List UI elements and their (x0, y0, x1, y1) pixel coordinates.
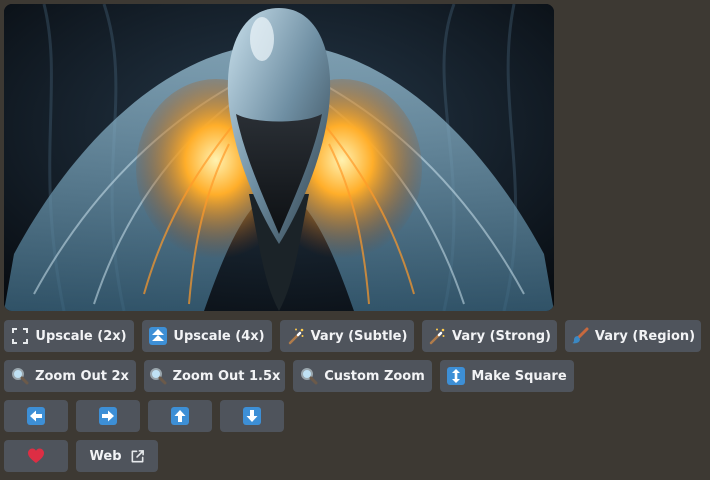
vary-strong-button[interactable]: Vary (Strong) (422, 320, 557, 352)
make-square-button[interactable]: Make Square (440, 360, 574, 392)
custom-zoom-label: Custom Zoom (324, 368, 425, 384)
vary-strong-label: Vary (Strong) (452, 328, 551, 344)
pan-left-button[interactable] (4, 400, 68, 432)
web-label: Web (89, 448, 122, 464)
arrow-up-icon (171, 407, 189, 425)
web-button[interactable]: Web (76, 440, 158, 472)
arrow-right-icon (99, 407, 117, 425)
vary-region-label: Vary (Region) (594, 328, 696, 344)
magnifier-icon (300, 367, 318, 385)
upscale-2x-button[interactable]: Upscale (2x) (4, 320, 134, 352)
expand-corners-icon (11, 327, 29, 345)
magic-wand-icon (287, 327, 305, 345)
heart-icon (27, 447, 45, 465)
zoom-out-2x-label: Zoom Out 2x (35, 368, 129, 384)
zoom-out-2x-button[interactable]: Zoom Out 2x (4, 360, 136, 392)
magnifier-icon (149, 367, 167, 385)
magnifier-icon (11, 367, 29, 385)
vary-region-button[interactable]: Vary (Region) (565, 320, 701, 352)
up-double-arrow-icon (149, 327, 168, 345)
zoom-out-1-5x-button[interactable]: Zoom Out 1.5x (144, 360, 285, 392)
pan-up-button[interactable] (148, 400, 212, 432)
upscale-4x-button[interactable]: Upscale (4x) (142, 320, 272, 352)
favorite-button[interactable] (4, 440, 68, 472)
up-down-arrow-icon (447, 367, 466, 385)
external-link-icon (130, 449, 145, 464)
arrow-down-icon (243, 407, 261, 425)
pan-right-button[interactable] (76, 400, 140, 432)
zoom-out-1-5x-label: Zoom Out 1.5x (172, 368, 281, 384)
vary-subtle-label: Vary (Subtle) (310, 328, 408, 344)
custom-zoom-button[interactable]: Custom Zoom (293, 360, 432, 392)
generated-image[interactable] (4, 4, 554, 311)
arrow-left-icon (27, 407, 45, 425)
magic-wand-icon (428, 327, 446, 345)
pan-down-button[interactable] (220, 400, 284, 432)
paintbrush-icon (571, 327, 589, 345)
generated-image-art (4, 4, 554, 311)
make-square-label: Make Square (471, 368, 567, 384)
upscale-4x-label: Upscale (4x) (173, 328, 265, 344)
vary-subtle-button[interactable]: Vary (Subtle) (280, 320, 414, 352)
upscale-2x-label: Upscale (2x) (35, 328, 127, 344)
